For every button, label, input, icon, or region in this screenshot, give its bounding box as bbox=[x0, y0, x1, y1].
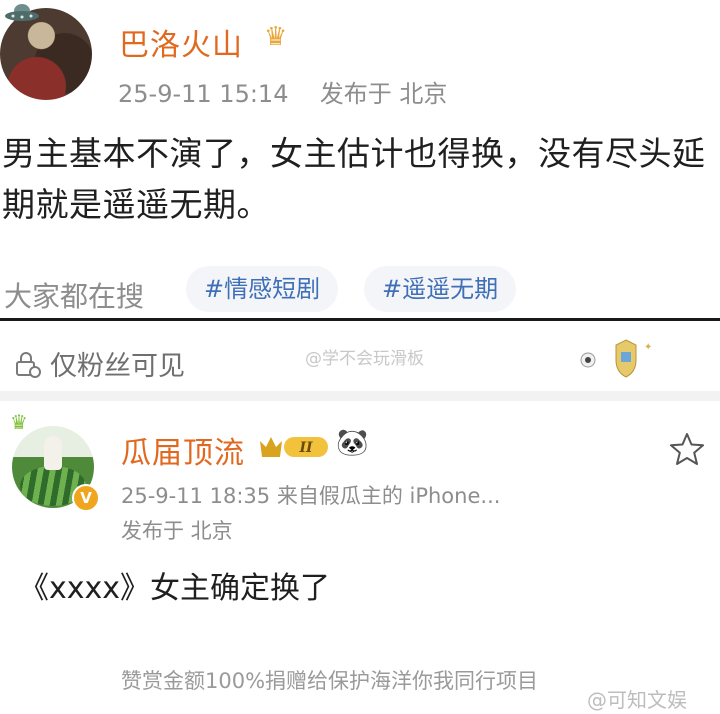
timestamp: 25-9-11 15:14 bbox=[118, 80, 289, 108]
post-meta: 25-9-11 15:14 发布于 北京 bbox=[118, 74, 447, 109]
username[interactable]: 巴洛火山 bbox=[119, 20, 243, 64]
star-icon[interactable] bbox=[670, 432, 704, 466]
rank-badge-label: II bbox=[298, 440, 313, 456]
section-separator bbox=[0, 391, 720, 401]
hashtag-chip[interactable]: #情感短剧 bbox=[186, 266, 339, 312]
watermark: @学不会玩滑板 bbox=[305, 349, 424, 369]
location: 发布于 北京 bbox=[121, 519, 233, 543]
post-content: 男主基本不演了，女主估计也得换，没有尽头延期就是遥遥无期。 bbox=[2, 134, 706, 224]
trending-search-label: 大家都在搜 bbox=[4, 280, 145, 313]
rank-badge-icon: II bbox=[260, 437, 328, 457]
verified-badge: V bbox=[72, 484, 100, 512]
ufo-icon bbox=[5, 4, 39, 21]
svg-text:✦: ✦ bbox=[644, 342, 652, 353]
timestamp-source: 25-9-11 18:35 来自假瓜主的 iPhone... bbox=[121, 484, 501, 508]
reward-text: 赞赏金额100%捐赠给保护海洋你我同行项目 bbox=[121, 669, 539, 693]
hashtag-chip[interactable]: #遥遥无期 bbox=[364, 266, 517, 312]
screenshot-divider bbox=[0, 318, 720, 321]
post-1: 巴洛火山 ♛ 25-9-11 15:14 发布于 北京 男主基本不演了，女主估计… bbox=[0, 0, 720, 318]
post-content: 《xxxx》女主确定换了 bbox=[19, 571, 331, 606]
panda-icon: 🐼 bbox=[336, 428, 369, 458]
username[interactable]: 瓜届顶流 bbox=[121, 428, 245, 472]
watermark: @可知文娱 bbox=[587, 688, 687, 712]
crown-decoration-icon: ♛ bbox=[10, 410, 28, 434]
badge-decoration-icon: ✦ bbox=[580, 339, 652, 378]
crown-icon: ♛ bbox=[264, 22, 288, 52]
lock-icon bbox=[16, 352, 41, 378]
visibility-label: 仅粉丝可见 bbox=[50, 351, 185, 382]
location: 发布于 北京 bbox=[319, 80, 448, 108]
